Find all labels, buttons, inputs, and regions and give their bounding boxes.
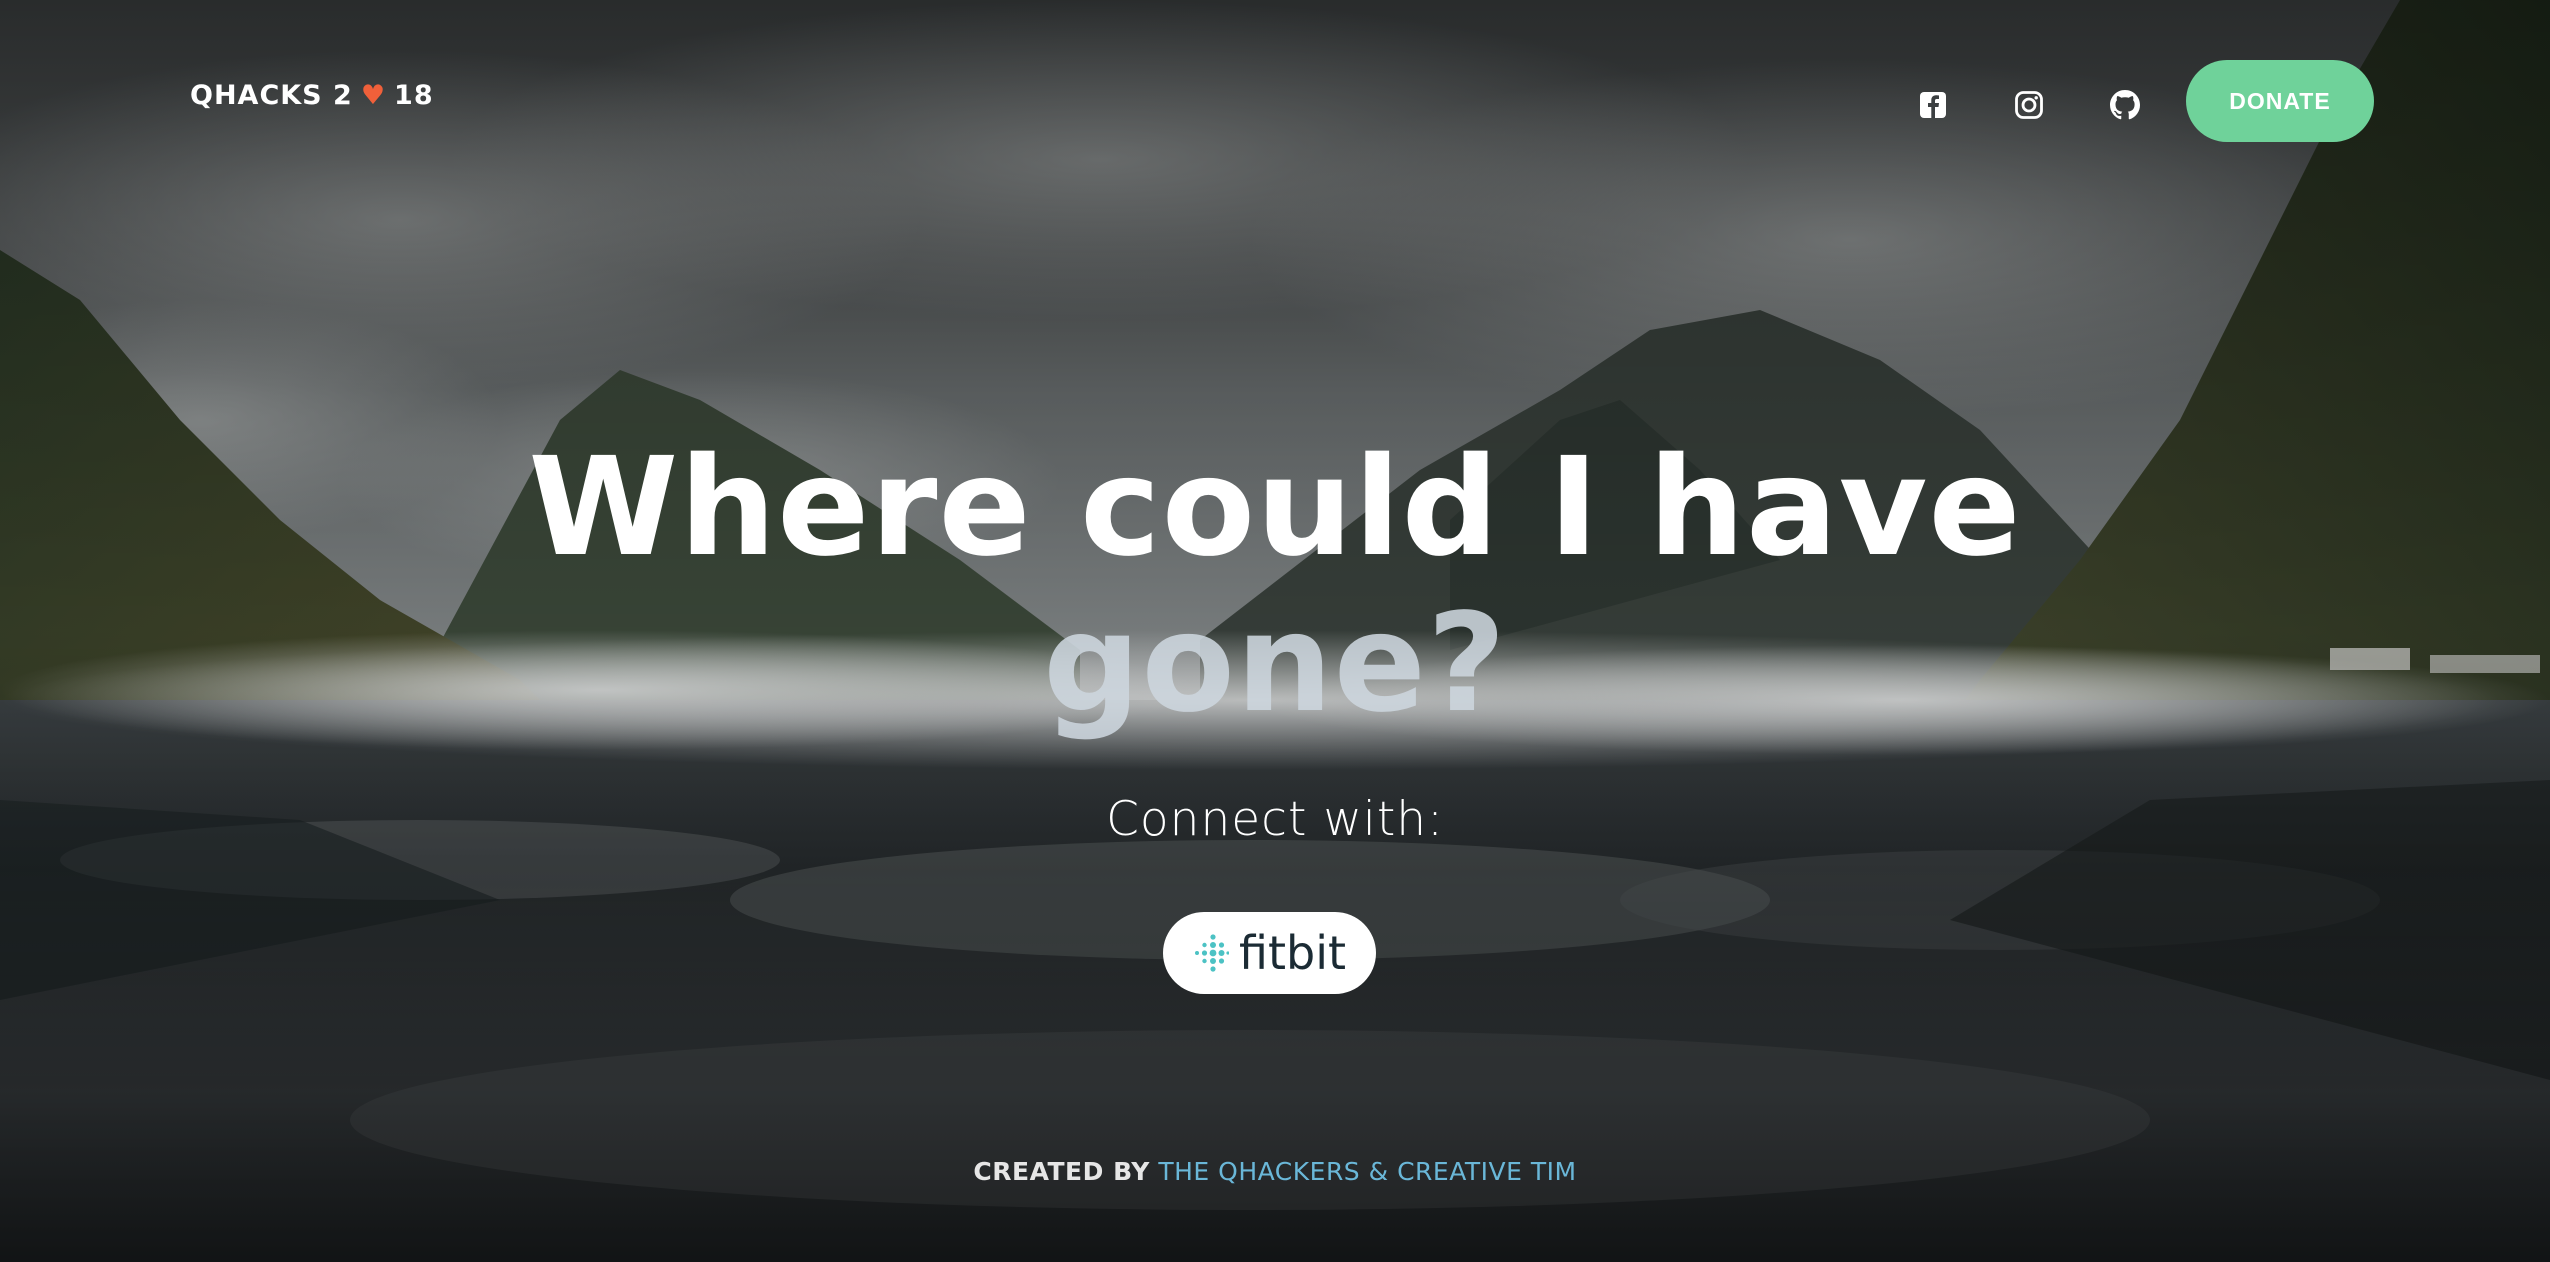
- hero-title: Where could I have gone?: [0, 430, 2550, 742]
- donate-button[interactable]: DONATE: [2186, 60, 2374, 142]
- instagram-icon[interactable]: [2009, 85, 2049, 125]
- footer-credits: CREATED BY THE QHACKERS & CREATIVE TIM: [0, 1157, 2550, 1186]
- brand-prefix: QHACKS 2: [190, 80, 353, 111]
- page: QHACKS 2 ♥ 18 DONATE Where could I have …: [0, 0, 2550, 1262]
- fitbit-logo-icon: [1194, 934, 1229, 972]
- github-icon[interactable]: [2105, 85, 2145, 125]
- navbar: QHACKS 2 ♥ 18 DONATE: [0, 0, 2550, 200]
- connect-label: Connect with:: [1106, 792, 1444, 847]
- heart-icon: ♥: [360, 80, 387, 111]
- brand-logo[interactable]: QHACKS 2 ♥ 18: [190, 80, 434, 111]
- fitbit-label: fitbit: [1238, 926, 1347, 980]
- created-by-label: CREATED BY: [973, 1157, 1150, 1186]
- hero-title-line1: Where could I have: [528, 429, 2022, 587]
- facebook-icon[interactable]: [1913, 85, 1953, 125]
- fitbit-connect-button[interactable]: fitbit: [1163, 912, 1376, 994]
- brand-suffix: 18: [394, 80, 434, 111]
- hero-title-line2: gone?: [1043, 585, 1507, 743]
- credit-link[interactable]: THE QHACKERS & CREATIVE TIM: [1158, 1157, 1576, 1186]
